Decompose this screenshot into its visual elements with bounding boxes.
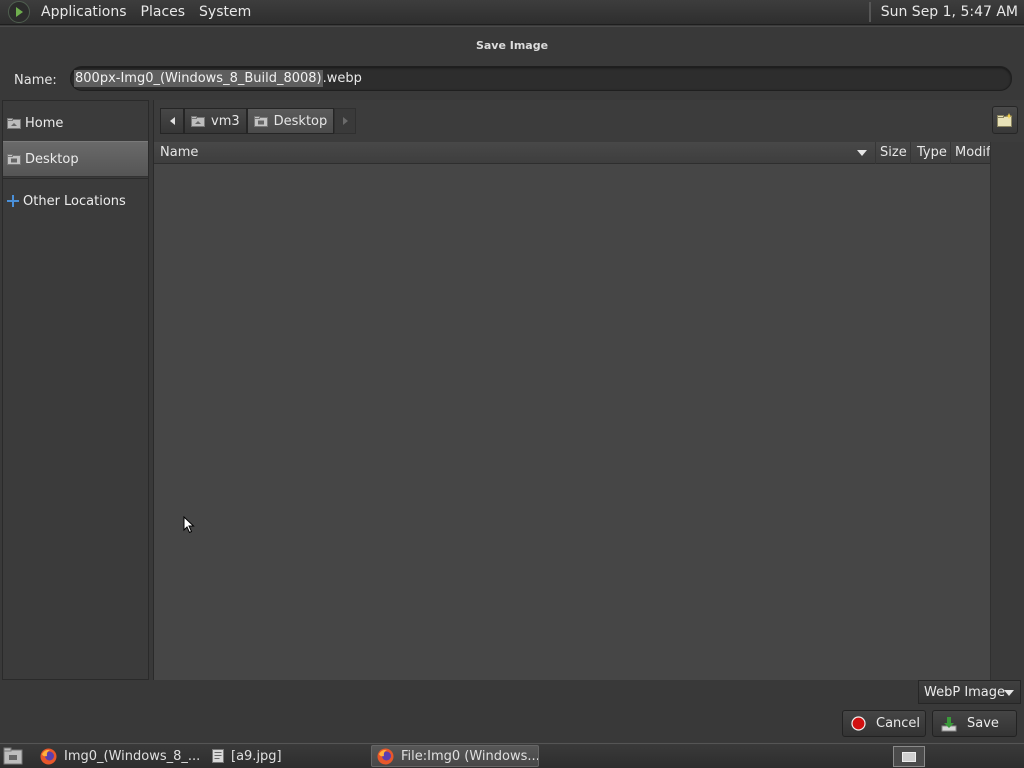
save-button[interactable]: Save — [932, 710, 1017, 737]
cancel-label: Cancel — [876, 716, 921, 731]
file-browser-pane: vm3 Desktop Name Size Type Modif — [153, 100, 1024, 680]
path-segment-vm3[interactable]: vm3 — [184, 108, 247, 134]
path-segment-desktop[interactable]: Desktop — [246, 108, 335, 134]
path-forward-button[interactable] — [334, 108, 357, 134]
column-header-name[interactable]: Name — [154, 141, 876, 164]
filename-extension-text: .webp — [322, 71, 362, 86]
taskbar-item-label: File:Img0 (Windows... — [401, 748, 539, 764]
clock[interactable]: Sun Sep 1, 5:47 AM — [881, 4, 1018, 20]
chevron-down-icon — [1004, 690, 1014, 696]
column-type-label: Type — [917, 145, 947, 160]
menu-places[interactable]: Places — [134, 0, 193, 25]
distro-logo-icon[interactable] — [8, 1, 30, 23]
file-type-dropdown[interactable]: WebP Image — [918, 680, 1021, 704]
taskbar: Img0_(Windows_8_... [a9.jpg] File:Img0 (… — [0, 743, 1024, 768]
dialog-title: Save Image — [475, 39, 549, 52]
filename-selected-text: 800px-Img0_(Windows_8_Build_8008) — [74, 70, 323, 87]
vertical-scrollbar[interactable] — [990, 142, 1024, 680]
column-size-label: Size — [880, 145, 907, 160]
new-folder-icon — [997, 113, 1013, 127]
chevron-left-icon — [169, 117, 175, 125]
menu-applications[interactable]: Applications — [34, 0, 134, 25]
save-label: Save — [967, 716, 999, 731]
sidebar-item-home[interactable]: Home — [3, 105, 148, 141]
name-row: Name: 800px-Img0_(Windows_8_Build_8008).… — [0, 64, 1024, 96]
column-header-type[interactable]: Type — [911, 141, 951, 164]
save-image-dialog: Save Image Name: 800px-Img0_(Windows_8_B… — [0, 26, 1024, 742]
file-list-body[interactable] — [154, 164, 990, 679]
name-label: Name: — [14, 72, 57, 88]
path-segment-label: vm3 — [211, 113, 240, 129]
taskbar-item-label: [a9.jpg] — [231, 748, 282, 764]
folder-desktop-icon — [253, 115, 268, 127]
taskbar-item-firefox-img0[interactable]: Img0_(Windows_8_... — [35, 745, 205, 767]
top-panel: Applications Places System Sun Sep 1, 5:… — [0, 0, 1024, 25]
sidebar-item-label: Desktop — [25, 151, 79, 167]
sidebar-separator — [3, 178, 148, 179]
column-name-label: Name — [160, 145, 199, 160]
save-download-icon — [941, 716, 957, 731]
sort-descending-icon — [857, 149, 867, 156]
image-viewer-icon — [212, 749, 224, 763]
column-header-size[interactable]: Size — [876, 141, 911, 164]
chevron-right-icon — [342, 117, 348, 125]
folder-home-icon — [191, 115, 205, 127]
cancel-button[interactable]: Cancel — [842, 710, 926, 737]
firefox-icon — [40, 748, 57, 764]
taskbar-item-firefox-file-img0[interactable]: File:Img0 (Windows... — [371, 745, 539, 767]
filename-input[interactable]: 800px-Img0_(Windows_8_Build_8008) .webp — [70, 66, 1012, 91]
sidebar-item-desktop[interactable]: Desktop — [3, 141, 148, 177]
column-modified-label: Modif — [955, 145, 990, 160]
folder-home-icon — [7, 117, 21, 129]
path-bar: vm3 Desktop — [160, 108, 357, 134]
places-sidebar: Home Desktop Other Locations — [2, 100, 149, 680]
column-header-modified[interactable]: Modif — [951, 142, 990, 164]
create-folder-button[interactable] — [992, 106, 1018, 134]
sidebar-item-label: Other Locations — [23, 193, 126, 209]
taskbar-item-label: Img0_(Windows_8_... — [64, 748, 201, 764]
file-type-label: WebP Image — [924, 684, 1006, 700]
workspace-thumbnail — [902, 751, 916, 762]
panel-separator — [868, 2, 871, 22]
mouse-cursor-icon — [183, 516, 195, 534]
plus-icon — [7, 195, 19, 207]
show-desktop-icon[interactable] — [3, 747, 23, 765]
workspace-switcher[interactable] — [893, 746, 925, 767]
dialog-titlebar[interactable]: Save Image — [0, 26, 1024, 64]
file-list[interactable]: Name Size Type Modif — [154, 141, 990, 680]
sidebar-item-label: Home — [25, 115, 64, 131]
path-segment-label: Desktop — [273, 113, 328, 129]
folder-desktop-icon — [7, 153, 21, 165]
cancel-icon — [851, 716, 866, 731]
taskbar-item-image-viewer[interactable]: [a9.jpg] — [207, 745, 367, 767]
file-list-header: Name Size Type Modif — [154, 141, 990, 164]
firefox-icon — [377, 748, 394, 764]
path-back-button[interactable] — [160, 108, 184, 134]
menu-system[interactable]: System — [192, 0, 258, 25]
sidebar-item-other-locations[interactable]: Other Locations — [3, 183, 148, 219]
